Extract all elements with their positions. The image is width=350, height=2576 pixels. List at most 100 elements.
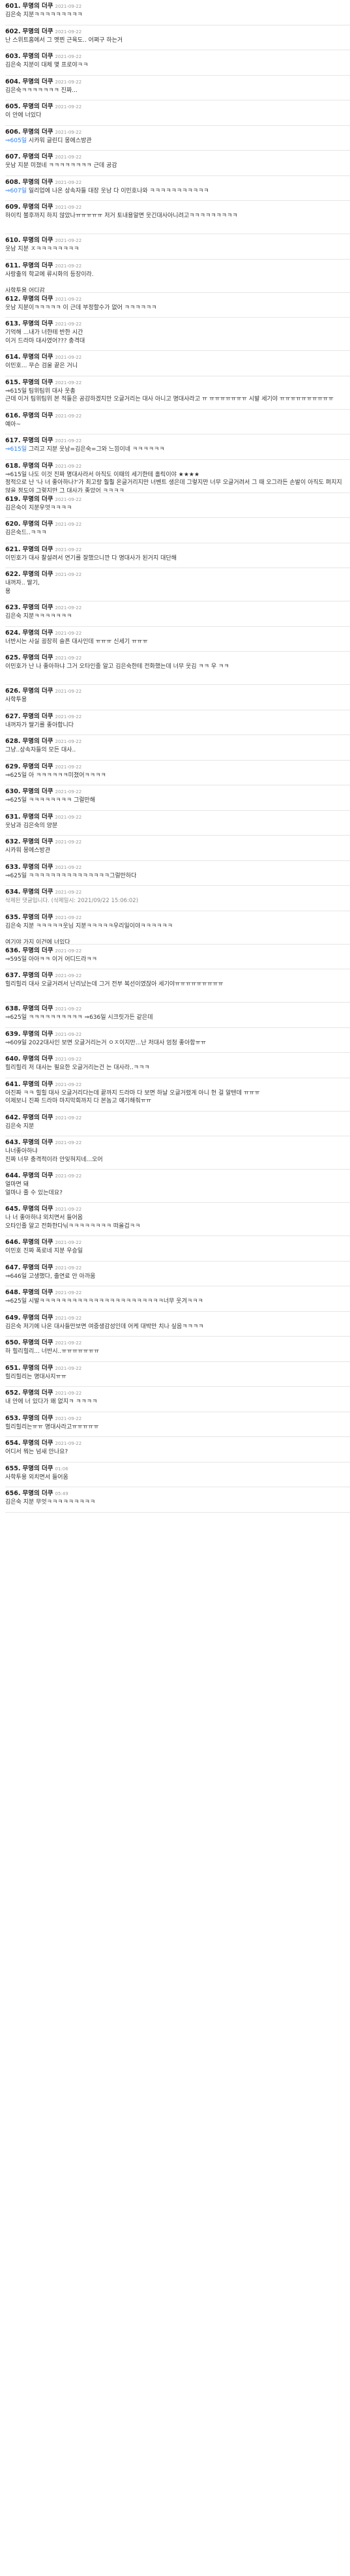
comment-author: 무명의 더쿠 bbox=[22, 972, 53, 979]
comment-header: 603. 무명의 더쿠 2021-09-22 bbox=[5, 52, 350, 61]
comment-item: 627. 무명의 더쿠 2021-09-22 내꺼자가 딸기를 좋아합니다 bbox=[5, 710, 350, 735]
comment-body: ⇒625일 ㅋㅋㅋㅋㅋㅋㅋㅋㅋㅋ ⇒636일 시크릿가든 같은데 bbox=[5, 1014, 350, 1022]
comment-item: 640. 무명의 더쿠 2021-09-22 힐리힐리 저 대사는 필요한 오글거리… bbox=[5, 1053, 350, 1078]
comment-body: ⇒595일 아아ㅋㅋ 이거 어디드라ㅋㅋ bbox=[5, 956, 350, 964]
comment-header: 648. 무명의 더쿠 2021-09-22 bbox=[5, 1288, 350, 1297]
comment-text-line: 내꺼자.. 딸기, bbox=[5, 580, 40, 586]
comment-number: 654. bbox=[5, 1440, 21, 1447]
comment-item: 642. 무명의 더쿠 2021-09-22 김은숙 지분 bbox=[5, 1112, 350, 1136]
comment-body: 이민호 진짜 폭로네 지분 우승일 bbox=[5, 1247, 350, 1256]
comment-number: 655. bbox=[5, 1464, 21, 1472]
comment-number: 628. bbox=[5, 738, 21, 745]
comment-number: 613. bbox=[5, 320, 21, 327]
comment-item: 602. 무명의 더쿠 2021-09-22 난 스위트홈에서 그 멧찐 근육도..… bbox=[5, 25, 350, 50]
comment-body: 김은숙 지분이 대체 몇 프로야ㅋㅋ bbox=[5, 61, 350, 70]
comment-text-line: 정적으로 난 '나 너 좋아하나?'가 최고랑 훨훨 온글거리지만 너벤트 생은… bbox=[5, 479, 342, 493]
comment-number: 620. bbox=[5, 521, 21, 528]
comment-item: 623. 무명의 더쿠 2021-09-22 김은숙 지분ㅋㅋㅋㅋㅋㅋㅋ bbox=[5, 601, 350, 627]
comment-header: 630. 무명의 더쿠 2021-09-22 bbox=[5, 787, 350, 796]
comment-date: 2021-09-22 bbox=[55, 380, 82, 386]
comment-number: 619. bbox=[5, 495, 21, 503]
comment-number: 640. bbox=[5, 1055, 21, 1063]
comment-author: 무명의 더쿠 bbox=[22, 629, 53, 637]
comment-item: 651. 무명의 더쿠 2021-09-22 힐리힐리는 명대사지ㅠㅠ bbox=[5, 1362, 350, 1387]
comment-text-line: 김은숙 지분ㅋㅋㅋㅋㅋㅋㅋ bbox=[5, 613, 72, 620]
comment-number: 634. bbox=[5, 888, 21, 896]
comment-header: 624. 무명의 더쿠 2021-09-22 bbox=[5, 629, 350, 638]
reply-reference-link[interactable]: ⇒605일 bbox=[5, 138, 29, 144]
comment-text-line: 김은숙 지분 ㅋㅋㅋㅋㅋ웃님 지분ㅋㅋㅋㅋㅋ우리일이야ㅋㅋㅋㅋㅋㅋ bbox=[5, 922, 173, 930]
comment-author: 무명의 더쿠 bbox=[22, 295, 53, 303]
comment-number: 618. bbox=[5, 462, 21, 470]
comment-date: 2021-09-22 bbox=[55, 789, 82, 795]
comment-author: 무명의 더쿠 bbox=[22, 813, 53, 821]
comment-date: 2021-09-22 bbox=[55, 915, 82, 920]
comment-body: 시카워 몽에스방관 bbox=[5, 847, 350, 855]
comment-text-line: ⇒625일 ㅋㅋㅋㅋㅋㅋㅋㅋ 그럴만해 bbox=[5, 797, 96, 804]
comment-number: 646. bbox=[5, 1239, 21, 1246]
comment-item: 647. 무명의 더쿠 2021-09-22 ⇒646일 고생했다, 출연료 안 아… bbox=[5, 1262, 350, 1286]
comment-text-line: 김은숙이 지분우엇ㅋㅋㅋㅋ bbox=[5, 504, 72, 511]
comment-body: 내꺼자.. 딸기, 용 bbox=[5, 579, 350, 596]
comment-header: 621. 무명의 더쿠 2021-09-22 bbox=[5, 545, 350, 554]
comment-header: 649. 무명의 더쿠 2021-09-22 bbox=[5, 1314, 350, 1323]
comment-date: 2021-09-22 bbox=[55, 656, 82, 661]
comment-text-line: 김은숙드..ㅋㅋㅋ bbox=[5, 530, 47, 536]
comment-item: 618. 무명의 더쿠 2021-09-22 ⇒615일 나도 이것 진짜 명대사라… bbox=[5, 460, 350, 493]
comment-item: 628. 무명의 더쿠 2021-09-22 그냥..상속자들의 모든 대사.. bbox=[5, 735, 350, 761]
comment-number: 648. bbox=[5, 1289, 21, 1296]
comment-item: 611. 무명의 더쿠 2021-09-22 사랑출의 학교에 류시화의 등장이라.… bbox=[5, 260, 350, 293]
comment-date: 2021-09-22 bbox=[55, 54, 82, 59]
comment-header: 606. 무명의 더쿠 2021-09-22 bbox=[5, 128, 350, 137]
comment-number: 616. bbox=[5, 412, 21, 419]
comment-header: 645. 무명의 더쿠 2021-09-22 bbox=[5, 1205, 350, 1214]
comment-author: 무명의 더쿠 bbox=[22, 888, 53, 896]
comment-date: 2021-09-22 bbox=[55, 1265, 82, 1271]
comment-item: 609. 무명의 더쿠 2021-09-22 하이킥 불후까지 하지 않았나ㅠㅠㅠㅠ… bbox=[5, 201, 350, 234]
comment-header: 622. 무명의 더쿠 2021-09-22 bbox=[5, 570, 350, 579]
reply-reference-link[interactable]: ⇒615일 bbox=[5, 446, 29, 453]
comment-text-line: 김은숙 지분이 대체 몇 프로야ㅋㅋ bbox=[5, 62, 89, 68]
comment-date: 2021-09-22 bbox=[55, 973, 82, 978]
comment-body: 웃남과 김은숙의 양분 bbox=[5, 822, 350, 830]
comment-number: 650. bbox=[5, 1339, 21, 1346]
comment-date: 2021-09-22 bbox=[55, 605, 82, 611]
comment-header: 612. 무명의 더쿠 2021-09-22 bbox=[5, 295, 350, 304]
comment-header: 625. 무명의 더쿠 2021-09-22 bbox=[5, 654, 350, 663]
comment-body: ⇒615일 팀위팀위 대사 웃총 근데 이거 팀위팀위 본 적들은 공감하겠지만 … bbox=[5, 387, 350, 404]
comment-number: 601. bbox=[5, 3, 21, 10]
comment-body: 나너좋아하냐 진짜 너무 충격적이라 안잊혀지네...오어 bbox=[5, 1147, 350, 1164]
reply-reference-link[interactable]: ⇒607일 bbox=[5, 188, 29, 194]
comment-date: 2021-09-22 bbox=[55, 1057, 82, 1062]
comment-header: 613. 무명의 더쿠 2021-09-22 bbox=[5, 320, 350, 329]
comment-text-line: 김은숙 저기에 나온 대사들만보면 여중생감성인데 어케 대박만 치나 싶음ㅋㅋ… bbox=[5, 1323, 204, 1330]
comment-author: 무명의 더쿠 bbox=[22, 3, 53, 10]
comment-text-line: 내꺼자가 딸기를 좋아합니다 bbox=[5, 721, 74, 729]
comment-number: 607. bbox=[5, 153, 21, 160]
comment-item: 629. 무명의 더쿠 2021-09-22 ⇒625일 아 ㅋㅋㅋㅋㅋㅋ미쳤어ㅋㅋ… bbox=[5, 761, 350, 785]
comment-header: 628. 무명의 더쿠 2021-09-22 bbox=[5, 737, 350, 746]
comment-date: 2021-09-22 bbox=[55, 1007, 82, 1012]
comment-text-line: 시카워 몽에스방관 bbox=[5, 847, 51, 854]
comment-body: 내 안에 너 있다가 왜 없지ㅋ ㅋㅋㅋㅋ bbox=[5, 1398, 350, 1406]
comment-number: 639. bbox=[5, 1030, 21, 1038]
comment-item: 616. 무명의 더쿠 2021-09-22 예아~ bbox=[5, 410, 350, 434]
comment-date: 2021-09-22 bbox=[55, 496, 82, 502]
comment-body: 그냥..상속자들의 모든 대사.. bbox=[5, 746, 350, 755]
comment-item: 614. 무명의 더쿠 2021-09-22 이민호... 무슨 검울 끝은 거니 bbox=[5, 351, 350, 376]
comment-body: 예아~ bbox=[5, 421, 350, 429]
comment-item: 630. 무명의 더쿠 2021-09-22 ⇒625일 ㅋㅋㅋㅋㅋㅋㅋㅋ 그럴만해 bbox=[5, 785, 350, 811]
comment-author: 무명의 더쿠 bbox=[22, 354, 53, 361]
comment-item: 638. 무명의 더쿠 2021-09-22 ⇒625일 ㅋㅋㅋㅋㅋㅋㅋㅋㅋㅋ ⇒6… bbox=[5, 1003, 350, 1028]
comment-body: 난 스위트홈에서 그 멧찐 근육도.. 어쩌구 하는거 bbox=[5, 37, 350, 45]
comment-number: 637. bbox=[5, 972, 21, 979]
comment-author: 무명의 더쿠 bbox=[22, 1314, 53, 1322]
comment-author: 무명의 더쿠 bbox=[22, 1414, 53, 1422]
comment-text-line: 용 bbox=[5, 588, 11, 595]
comment-text-line: ⇒615일 나도 이것 진짜 명대사라서 아직도 이때의 세기한테 홀릭이야 ★… bbox=[5, 471, 200, 478]
comment-number: 614. bbox=[5, 354, 21, 361]
comment-item: 636. 무명의 더쿠 2021-09-22 ⇒595일 아아ㅋㅋ 이거 어디드라ㅋ… bbox=[5, 945, 350, 969]
comment-text-line: 이민호... 무슨 검울 끝은 거니 bbox=[5, 363, 78, 369]
comment-body: 사학투용 bbox=[5, 696, 350, 705]
comment-body: 얼마면 돼 얼마나 줄 수 있는데요? bbox=[5, 1181, 350, 1197]
